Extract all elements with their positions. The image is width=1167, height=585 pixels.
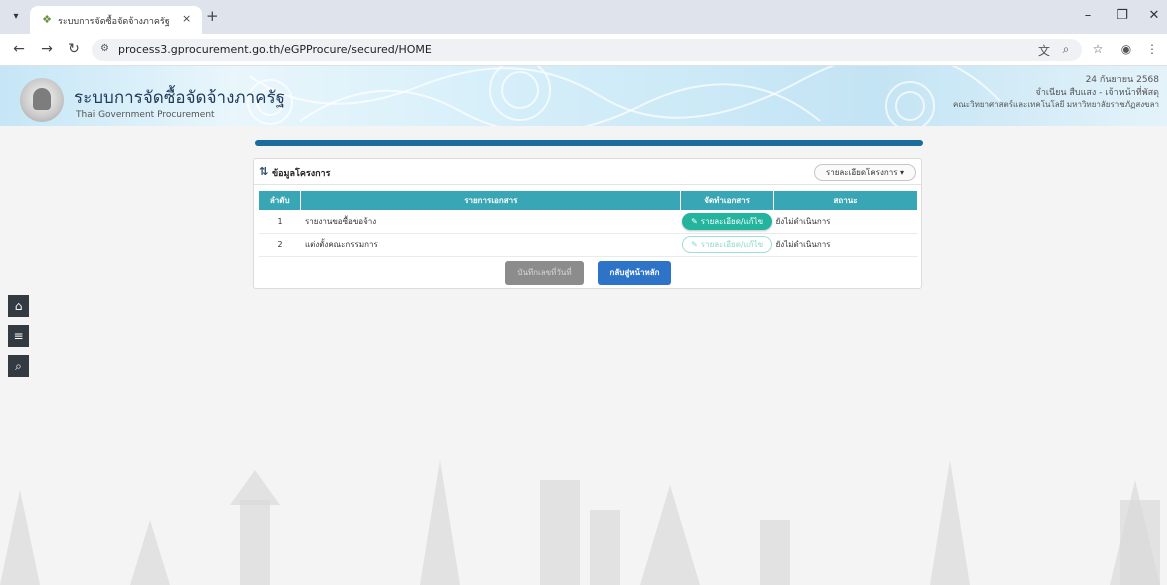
col-header-status: สถานะ	[773, 191, 918, 210]
edit-icon: ✎	[691, 240, 698, 249]
translate-icon[interactable]: 文	[1036, 42, 1052, 59]
user-organization: คณะวิทยาศาสตร์และเทคโนโลยี มหาวิทยาลัยรา…	[953, 100, 1159, 109]
save-number-date-button[interactable]: บันทึกเลขที่วันที่	[505, 261, 584, 285]
col-header-number: ลำดับ	[259, 191, 302, 210]
menu-icon[interactable]: ≡	[8, 325, 29, 347]
browser-tab[interactable]: ❖ ระบบการจัดซื้อจัดจ้างภาครัฐ ×	[30, 6, 202, 34]
back-icon[interactable]: ←	[10, 41, 28, 57]
row-number: 2	[259, 233, 301, 257]
document-name: แต่งตั้งคณะกรรมการ	[300, 233, 681, 257]
tab-close-icon[interactable]: ×	[182, 12, 191, 25]
row-number: 1	[259, 210, 301, 234]
tab-title: ระบบการจัดซื้อจัดจ้างภาครัฐ	[58, 17, 170, 27]
current-date: 24 กันยายน 2568	[1085, 75, 1159, 85]
minimize-icon[interactable]: –	[1078, 8, 1098, 23]
site-subtitle: Thai Government Procurement	[76, 110, 215, 120]
url-text[interactable]: process3.gprocurement.go.th/eGPProcure/s…	[118, 43, 432, 56]
edit-detail-button[interactable]: ✎ รายละเอียด/แก้ไข	[682, 212, 773, 230]
panel-title: ข้อมูลโครงการ	[272, 169, 331, 179]
status-text: ยังไม่ดำเนินการ	[773, 233, 918, 257]
reload-icon[interactable]: ↻	[65, 41, 83, 57]
progress-bar	[255, 140, 923, 146]
edit-icon: ✎	[691, 216, 698, 226]
new-tab-icon[interactable]: +	[206, 8, 219, 24]
tab-search-chevron-icon[interactable]: ▾	[8, 9, 24, 25]
edit-detail-button-disabled: ✎ รายละเอียด/แก้ไข	[682, 236, 773, 253]
government-logo[interactable]	[20, 78, 64, 122]
table-row: 2 แต่งตั้งคณะกรรมการ ✎ รายละเอียด/แก้ไข ย…	[259, 233, 918, 257]
table-header-row: ลำดับ รายการเอกสาร จัดทำเอกสาร สถานะ	[259, 191, 918, 210]
user-name: จำเนียน สืบแสง - เจ้าหน้าที่พัสดุ	[1035, 88, 1159, 98]
project-detail-dropdown[interactable]: รายละเอียดโครงการ ▾	[814, 164, 916, 181]
col-header-action: จัดทำเอกสาร	[680, 191, 775, 210]
browser-tab-bar: ▾ ❖ ระบบการจัดซื้อจัดจ้างภาครัฐ × + – ❐ …	[0, 0, 1167, 34]
close-window-icon[interactable]: ✕	[1144, 8, 1164, 23]
forward-icon[interactable]: →	[38, 41, 56, 57]
browser-menu-icon[interactable]: ⋮	[1144, 42, 1160, 56]
status-text: ยังไม่ดำเนินการ	[773, 210, 918, 234]
table-row: 1 รายงานขอซื้อขอจ้าง ✎ รายละเอียด/แก้ไข ย…	[259, 210, 918, 234]
col-header-document: รายการเอกสาร	[300, 191, 682, 210]
site-title: ระบบการจัดซื้อจัดจ้างภาครัฐ	[74, 88, 286, 108]
document-name: รายงานขอซื้อขอจ้าง	[300, 210, 681, 234]
search-icon[interactable]: ⌕	[8, 355, 29, 377]
panel-header: ⇅ ข้อมูลโครงการ รายละเอียดโครงการ ▾	[254, 159, 921, 185]
bookmark-star-icon[interactable]: ☆	[1090, 42, 1106, 56]
back-to-home-button[interactable]: กลับสู่หน้าหลัก	[598, 261, 671, 285]
edit-detail-label: รายละเอียด/แก้ไข	[700, 240, 764, 249]
zoom-icon[interactable]: ⌕	[1058, 42, 1074, 57]
edit-detail-label: รายละเอียด/แก้ไข	[700, 216, 764, 226]
favicon-icon: ❖	[42, 13, 52, 26]
home-icon[interactable]: ⌂	[8, 295, 29, 317]
project-info-panel: ⇅ ข้อมูลโครงการ รายละเอียดโครงการ ▾ ลำดั…	[253, 158, 922, 289]
background-silhouette	[0, 460, 1160, 585]
sliders-icon: ⇅	[259, 165, 269, 178]
address-toolbar: ← → ↻ ⚙ process3.gprocurement.go.th/eGPP…	[0, 34, 1167, 66]
header-banner: ระบบการจัดซื้อจัดจ้างภาครัฐ Thai Governm…	[0, 66, 1167, 126]
profile-icon[interactable]: ◉	[1118, 42, 1134, 56]
documents-table: ลำดับ รายการเอกสาร จัดทำเอกสาร สถานะ 1 ร…	[259, 191, 918, 257]
site-info-icon[interactable]: ⚙	[100, 43, 109, 54]
url-field[interactable]: ⚙ process3.gprocurement.go.th/eGPProcure…	[92, 39, 1082, 61]
restore-icon[interactable]: ❐	[1112, 8, 1132, 23]
